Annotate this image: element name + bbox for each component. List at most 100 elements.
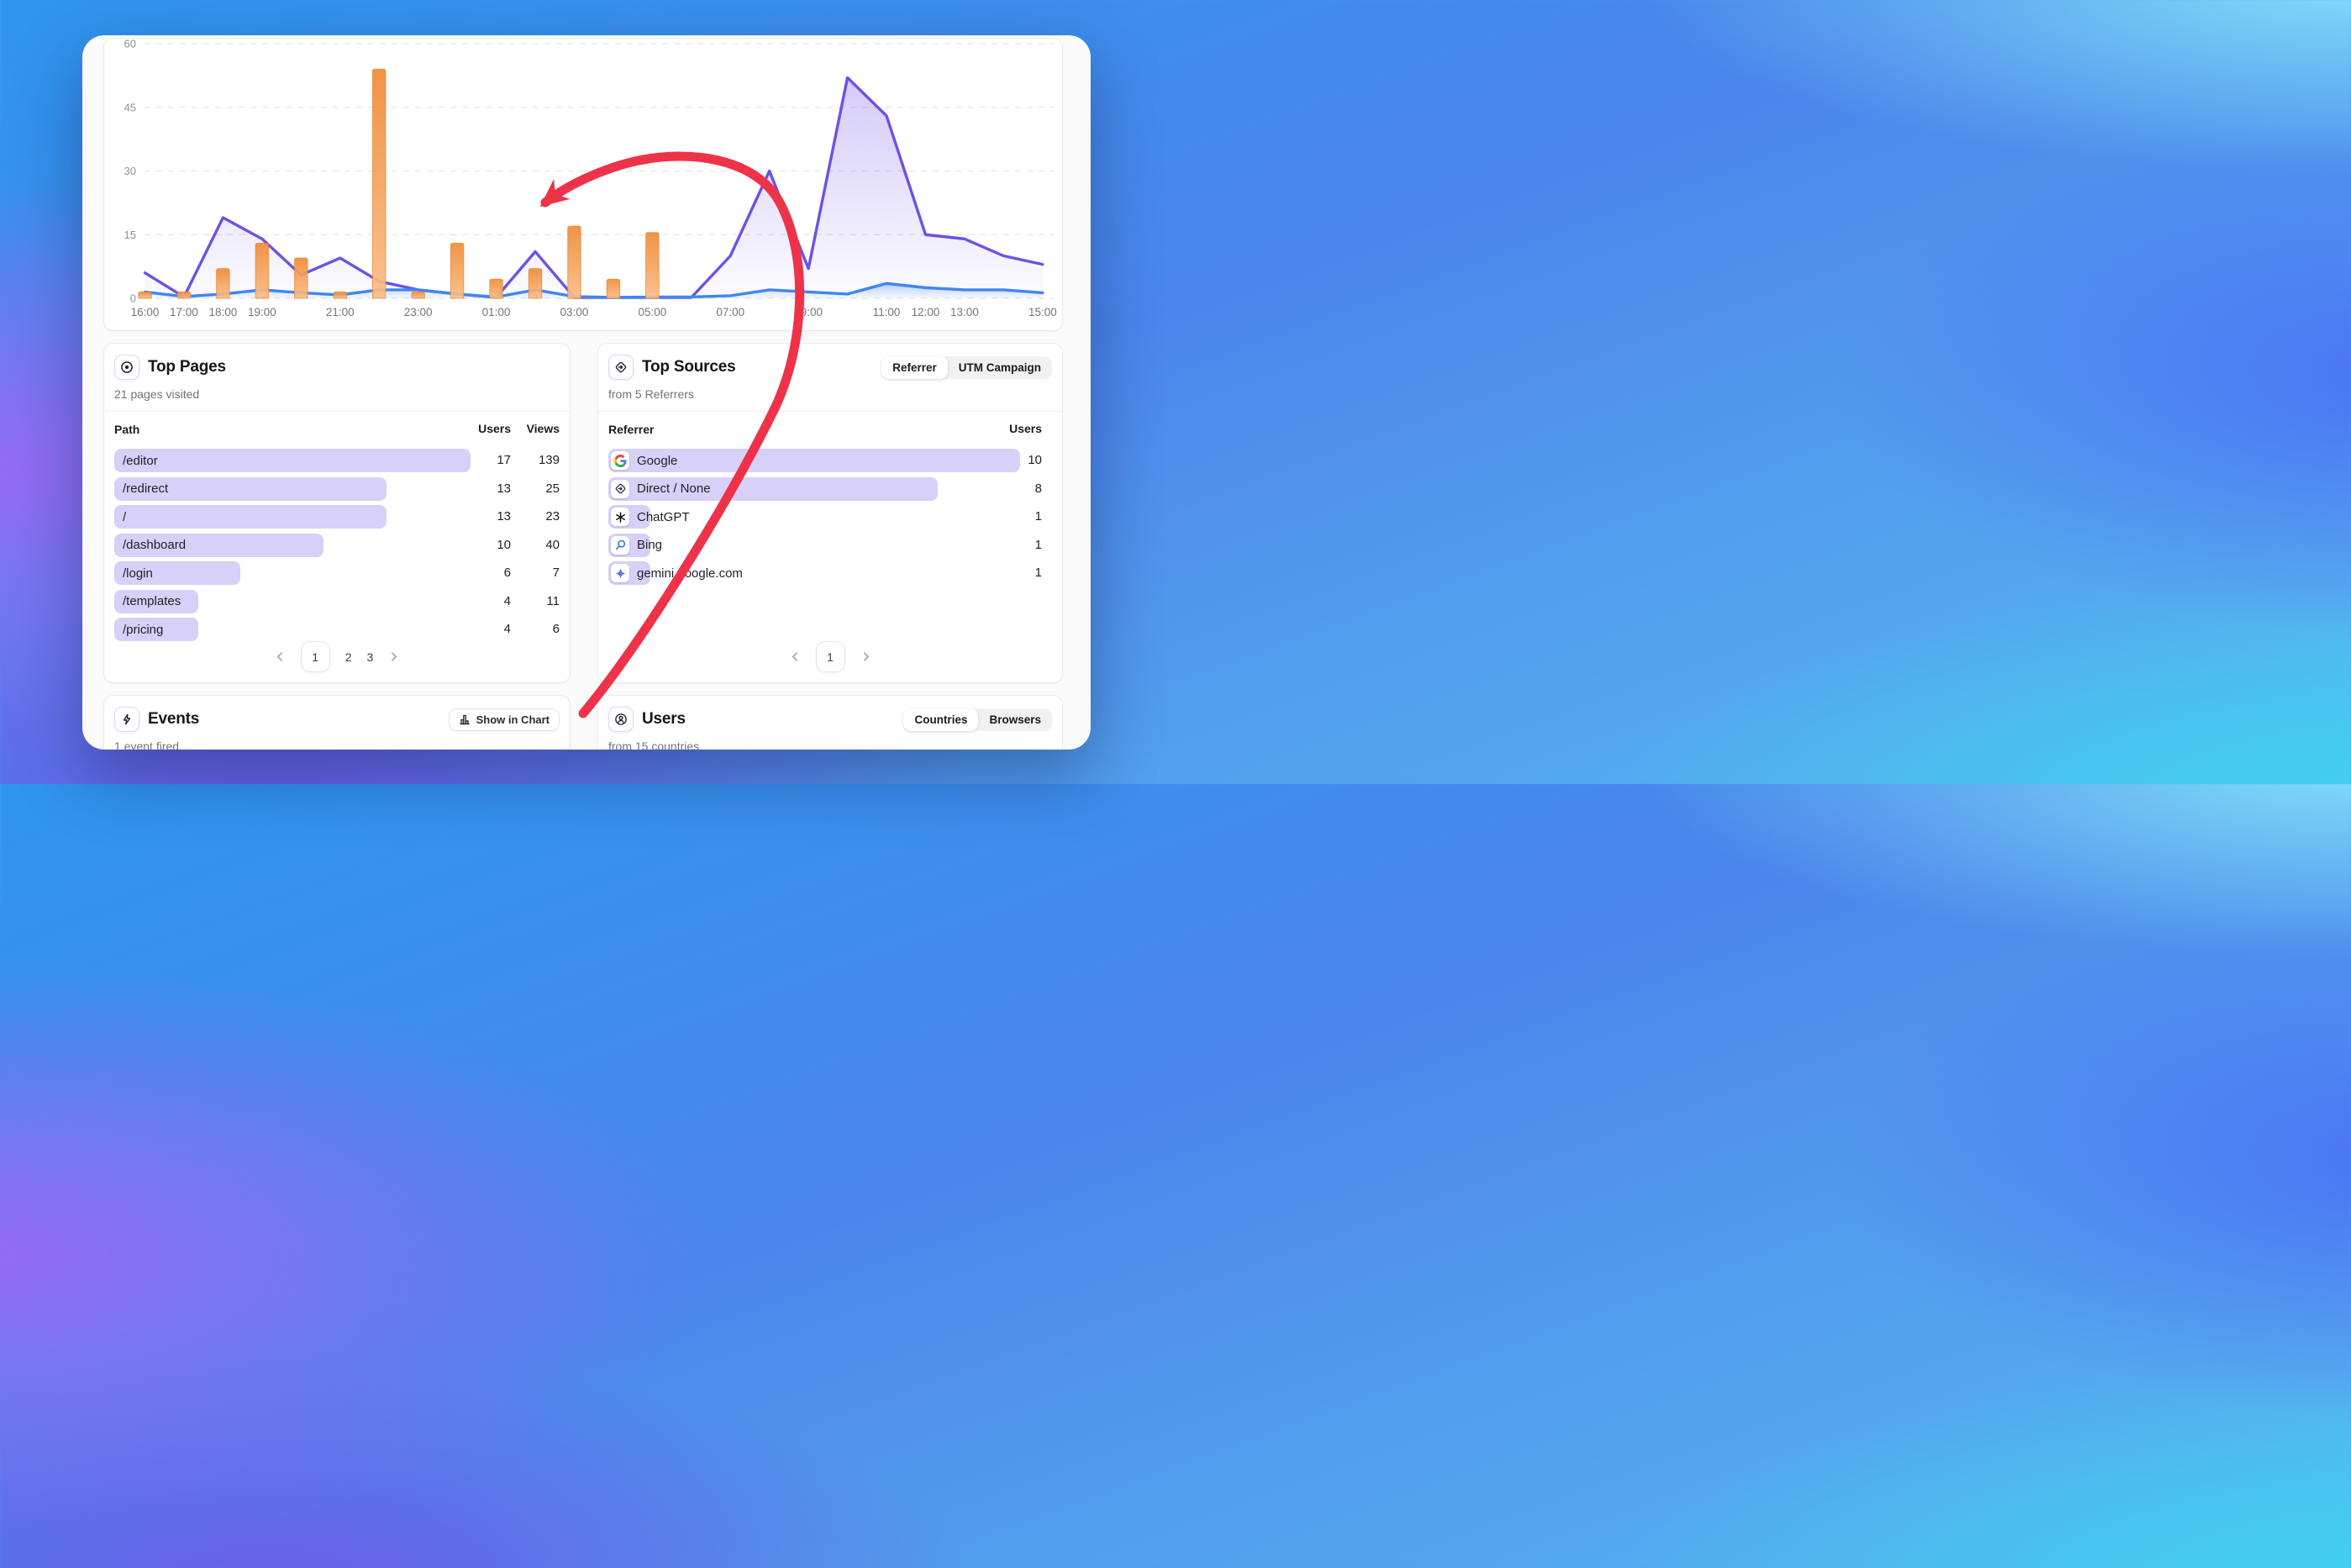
traffic-chart[interactable]: 01530456016:0017:0018:0019:0021:0023:000…	[104, 39, 1062, 330]
source-bar: ChatGPT	[608, 505, 650, 529]
divider	[104, 411, 570, 412]
top-pages-panel: Top Pages 21 pages visited Path Users Vi…	[103, 343, 571, 683]
page-row[interactable]: /templates 4 11	[114, 590, 560, 613]
source-row[interactable]: Direct / None 8	[608, 477, 1052, 501]
current-page[interactable]: 1	[816, 641, 845, 672]
page-number[interactable]: 2	[345, 650, 352, 664]
top-sources-panel: Top Sources Referrer UTM Campaign from 5…	[597, 343, 1063, 683]
col-header-views: Views	[521, 422, 560, 435]
source-bar: gemini.google.com	[608, 561, 650, 585]
current-page[interactable]: 1	[301, 641, 330, 672]
y-axis-tick: 0	[130, 292, 136, 305]
show-in-chart-button[interactable]: Show in Chart	[449, 708, 560, 731]
source-label: gemini.google.com	[629, 566, 743, 581]
x-axis-tick: 09:00	[794, 306, 823, 318]
page-number[interactable]: 3	[367, 650, 374, 664]
prev-page-icon[interactable]	[790, 651, 801, 662]
top-sources-title: Top Sources	[642, 358, 735, 376]
event-bar[interactable]	[255, 243, 269, 298]
users-toggle: Countries Browsers	[903, 708, 1052, 731]
events-panel: Events Show in Chart 1 event fired	[103, 695, 571, 750]
page-bar: /templates	[114, 590, 198, 613]
x-axis-tick: 13:00	[950, 306, 979, 318]
page-path: /login	[114, 566, 153, 581]
page-users: 13	[469, 509, 511, 524]
x-axis-tick: 18:00	[209, 306, 238, 318]
x-axis-tick: 03:00	[560, 306, 589, 318]
page-views: 11	[521, 594, 560, 608]
sources-toggle: Referrer UTM Campaign	[881, 356, 1052, 379]
event-bar[interactable]	[607, 279, 620, 298]
bing-icon	[611, 536, 629, 555]
column-chart-icon	[459, 713, 471, 725]
event-bar[interactable]	[372, 69, 386, 298]
toggle-browsers[interactable]: Browsers	[978, 708, 1052, 731]
page-row[interactable]: /pricing 4 6	[114, 618, 560, 641]
prev-page-icon[interactable]	[275, 651, 286, 662]
next-page-icon[interactable]	[860, 651, 871, 662]
page-row[interactable]: / 13 23	[114, 505, 560, 529]
page-row[interactable]: /editor 17 139	[114, 449, 560, 472]
top-pages-pagination: 1 2 3	[104, 641, 570, 672]
event-bar[interactable]	[177, 292, 191, 298]
page-path: /editor	[114, 454, 158, 468]
page-row[interactable]: /login 6 7	[114, 561, 560, 585]
event-bar[interactable]	[139, 292, 152, 298]
page-users: 4	[469, 594, 511, 608]
source-label: Google	[629, 454, 677, 468]
source-label: Direct / None	[629, 481, 711, 496]
divider	[598, 411, 1062, 412]
page-path: /pricing	[114, 623, 163, 637]
x-axis-tick: 19:00	[248, 306, 276, 318]
event-bar[interactable]	[646, 233, 660, 298]
source-row[interactable]: ChatGPT 1	[608, 505, 1052, 529]
x-axis-tick: 17:00	[170, 306, 198, 318]
toggle-utm-campaign[interactable]: UTM Campaign	[948, 356, 1052, 379]
event-bar[interactable]	[529, 269, 542, 298]
event-bar[interactable]	[412, 292, 425, 298]
page-users: 6	[469, 566, 511, 580]
events-subtitle: 1 event fired	[114, 739, 560, 750]
traffic-chart-card: 01530456016:0017:0018:0019:0021:0023:000…	[103, 38, 1063, 331]
source-row[interactable]: Bing 1	[608, 534, 1052, 557]
y-axis-tick: 45	[124, 101, 136, 113]
page-row[interactable]: /redirect 13 25	[114, 477, 560, 501]
x-axis-tick: 11:00	[873, 306, 901, 318]
next-page-icon[interactable]	[388, 651, 399, 662]
col-header-users: Users	[1000, 422, 1042, 435]
x-axis-tick: 16:00	[131, 306, 160, 318]
event-bar[interactable]	[217, 269, 230, 298]
source-bar: Bing	[608, 534, 650, 557]
event-bar[interactable]	[295, 258, 308, 298]
toggle-referrer[interactable]: Referrer	[881, 356, 948, 379]
source-bar: Google	[608, 449, 1020, 472]
event-bar[interactable]	[490, 279, 503, 298]
page-users: 4	[469, 622, 511, 636]
users-title: Users	[642, 710, 686, 729]
page-views: 40	[521, 538, 560, 552]
direct-icon	[611, 480, 629, 498]
page-bar: /dashboard	[114, 534, 323, 557]
toggle-countries[interactable]: Countries	[903, 708, 978, 731]
users-subtitle: from 15 countries	[608, 739, 1052, 750]
source-row[interactable]: gemini.google.com 1	[608, 561, 1052, 585]
page-views: 25	[521, 481, 560, 496]
source-bar: Direct / None	[608, 477, 938, 501]
event-bar[interactable]	[450, 243, 464, 298]
page-row[interactable]: /dashboard 10 40	[114, 534, 560, 557]
top-pages-title: Top Pages	[148, 358, 226, 376]
event-bar[interactable]	[568, 226, 581, 298]
page: { "colors":{ "accent_purple":"#6e50e8","…	[0, 0, 1176, 784]
source-users: 8	[1000, 481, 1042, 496]
page-bar: /	[114, 505, 387, 529]
page-views: 6	[521, 622, 560, 636]
source-row[interactable]: Google 10	[608, 449, 1052, 472]
x-axis-tick: 07:00	[716, 306, 744, 318]
y-axis-tick: 30	[124, 165, 136, 177]
event-bar[interactable]	[334, 292, 347, 298]
page-path: /dashboard	[114, 538, 186, 552]
source-users: 10	[1000, 453, 1042, 467]
gemini-icon	[611, 564, 629, 582]
show-in-chart-label: Show in Chart	[476, 713, 550, 726]
top-pages-subtitle: 21 pages visited	[114, 387, 560, 401]
